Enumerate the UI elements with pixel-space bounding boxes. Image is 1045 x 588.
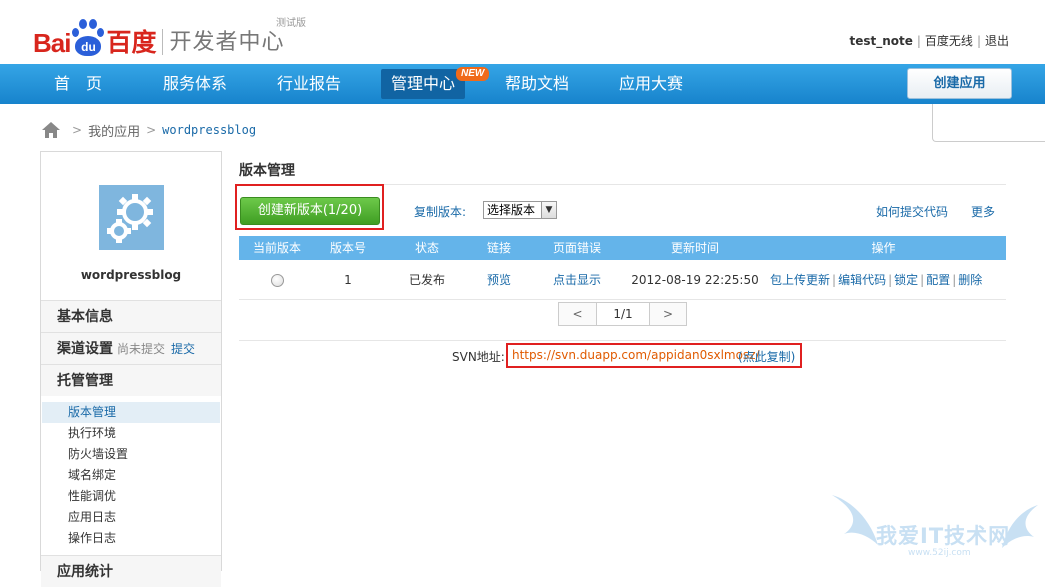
preview-link[interactable]: 预览 (473, 260, 525, 300)
nav-reports[interactable]: 行业报告 (277, 64, 341, 104)
watermark-logo: 我爱IT技术网 www.52ij.com (830, 490, 1040, 567)
config-link[interactable]: 配置 (926, 273, 950, 287)
col-current: 当前版本 (252, 241, 301, 255)
cell-status: 已发布 (408, 273, 445, 287)
col-errors: 页面错误 (552, 241, 601, 255)
sidebar-item-version[interactable]: 版本管理 (42, 402, 220, 423)
current-version-radio[interactable] (271, 274, 284, 287)
breadcrumb: > 我的应用 > wordpressblog (42, 120, 256, 140)
how-submit-link[interactable]: 如何提交代码 (876, 203, 948, 220)
sidebar-item-performance[interactable]: 性能调优 (42, 486, 220, 507)
page-title: 版本管理 (239, 163, 295, 179)
cell-updated: 2012-08-19 22:25:50 (631, 273, 759, 287)
logout-link[interactable]: 退出 (985, 34, 1009, 48)
dropdown-panel (932, 104, 1045, 142)
breadcrumb-separator: > (146, 123, 157, 137)
logo-cn-text: 百度 (106, 28, 157, 57)
channel-status-note: 尚未提交 (117, 342, 166, 356)
svn-label: SVN地址: (452, 350, 505, 364)
sidebar-item-domain[interactable]: 域名绑定 (42, 465, 220, 486)
wireless-link[interactable]: 百度无线 (925, 34, 973, 48)
create-version-button[interactable]: 创建新版本(1/20) (240, 197, 380, 225)
sidebar-section-stats[interactable]: 应用统计 (41, 555, 221, 587)
logo-bai-text: Bai (33, 28, 71, 58)
channel-submit-link[interactable]: 提交 (171, 342, 195, 356)
page-brand-title: 开发者中心 (169, 30, 285, 55)
sidebar-section-basic[interactable]: 基本信息 (41, 300, 221, 332)
nav-management[interactable]: 管理中心 (381, 69, 466, 99)
new-badge: NEW (456, 67, 490, 81)
table-header: 当前版本 版本号 状态 链接 页面错误 更新时间 操作 (239, 236, 1006, 260)
sidebar-item-runtime[interactable]: 执行环境 (42, 423, 220, 444)
baidu-logo[interactable]: Bai du 百度 开发者中心 (33, 10, 285, 58)
prev-page-button[interactable]: < (559, 303, 597, 325)
select-value: 选择版本 (487, 203, 536, 217)
svn-url[interactable]: https://svn.duapp.com/appidan0sxlmosz/ (512, 348, 760, 362)
app-gear-icon (99, 185, 164, 250)
col-link: 链接 (486, 241, 511, 255)
watermark-url: www.52ij.com (908, 548, 971, 558)
beta-badge: 测试版 (276, 18, 306, 29)
more-link[interactable]: 更多 (971, 203, 995, 220)
sidebar-item-op-log[interactable]: 操作日志 (42, 528, 220, 549)
home-icon[interactable] (42, 122, 60, 138)
page-indicator: 1/1 (597, 303, 649, 325)
col-status: 状态 (414, 241, 439, 255)
next-page-button[interactable]: > (649, 303, 686, 325)
table-row: 1 已发布 预览 点击显示 2012-08-19 22:25:50 包上传更新 |… (239, 260, 1006, 300)
delete-link[interactable]: 删除 (958, 273, 982, 287)
paw-icon: du (71, 18, 105, 58)
section-label: 托管管理 (57, 373, 113, 389)
nav-help[interactable]: 帮助文档 (505, 64, 569, 104)
nav-services[interactable]: 服务体系 (163, 64, 227, 104)
header: Bai du 百度 开发者中心 测试版 test_note | 百度无线 | 退出 (0, 0, 1045, 64)
pager: < 1/1 > (558, 302, 687, 326)
section-label: 渠道设置 (57, 341, 113, 357)
watermark-text: 我爱IT技术网 (876, 524, 1011, 548)
breadcrumb-separator: > (72, 123, 83, 137)
col-version: 版本号 (329, 241, 366, 255)
logo-du-text: du (75, 36, 102, 56)
sidebar-section-hosting[interactable]: 托管管理 (41, 364, 221, 396)
username-link[interactable]: test_note (849, 34, 912, 48)
top-sep: | (916, 34, 921, 48)
logo-divider (162, 29, 164, 55)
col-updated: 更新时间 (670, 241, 719, 255)
sidebar-item-app-log[interactable]: 应用日志 (42, 507, 220, 528)
col-ops: 操作 (871, 241, 896, 255)
copy-svn-link[interactable]: (点此复制) (738, 348, 795, 365)
section-label: 基本信息 (57, 309, 113, 325)
breadcrumb-my-apps[interactable]: 我的应用 (88, 121, 140, 140)
breadcrumb-current-app[interactable]: wordpressblog (162, 123, 256, 137)
create-app-button[interactable]: 创建应用 (907, 68, 1012, 99)
section-label: 应用统计 (57, 564, 113, 580)
chevron-down-icon[interactable]: ▼ (541, 202, 556, 218)
row-operations: 包上传更新 | 编辑代码 | 锁定 | 配置 | 删除 (770, 273, 983, 287)
sidebar-item-firewall[interactable]: 防火墙设置 (42, 444, 220, 465)
sidebar-section-channel[interactable]: 渠道设置 尚未提交 提交 (41, 332, 221, 364)
cell-version: 1 (344, 273, 352, 287)
copy-version-label: 复制版本: (414, 205, 467, 219)
app-name: wordpressblog (80, 268, 182, 282)
sidebar: wordpressblog 基本信息 渠道设置 尚未提交 提交 托管管理 版本管理 … (40, 151, 222, 587)
version-select[interactable]: 选择版本 ▼ (483, 201, 557, 219)
main-nav: 首 页 服务体系 行业报告 管理中心 NEW 帮助文档 应用大赛 创建应用 (0, 64, 1045, 104)
nav-home[interactable]: 首 页 (54, 64, 102, 104)
nav-contest[interactable]: 应用大赛 (619, 64, 683, 104)
upload-update-link[interactable]: 包上传更新 (770, 273, 830, 287)
show-errors-link[interactable]: 点击显示 (525, 260, 629, 300)
lock-link[interactable]: 锁定 (894, 273, 918, 287)
top-sep: | (976, 34, 981, 48)
edit-code-link[interactable]: 编辑代码 (838, 273, 886, 287)
svn-divider (239, 340, 1006, 341)
top-links: test_note | 百度无线 | 退出 (849, 32, 1009, 49)
